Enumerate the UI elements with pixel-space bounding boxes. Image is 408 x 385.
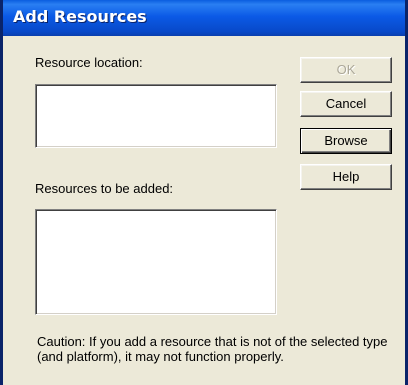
add-resources-dialog: Add Resources Resource location: Resourc… bbox=[0, 0, 408, 385]
resource-location-label: Resource location: bbox=[35, 55, 143, 70]
caution-text: Caution: If you add a resource that is n… bbox=[37, 334, 388, 364]
resource-location-field[interactable] bbox=[35, 84, 277, 148]
resources-to-be-added-label: Resources to be added: bbox=[35, 181, 174, 196]
browse-button[interactable]: Browse bbox=[300, 128, 392, 154]
title-bar[interactable]: Add Resources bbox=[3, 0, 405, 36]
cancel-button[interactable]: Cancel bbox=[300, 91, 392, 117]
dialog-title: Add Resources bbox=[13, 7, 147, 26]
ok-button[interactable]: OK bbox=[300, 57, 392, 83]
resources-to-be-added-list[interactable] bbox=[35, 209, 277, 315]
help-button[interactable]: Help bbox=[300, 164, 392, 190]
